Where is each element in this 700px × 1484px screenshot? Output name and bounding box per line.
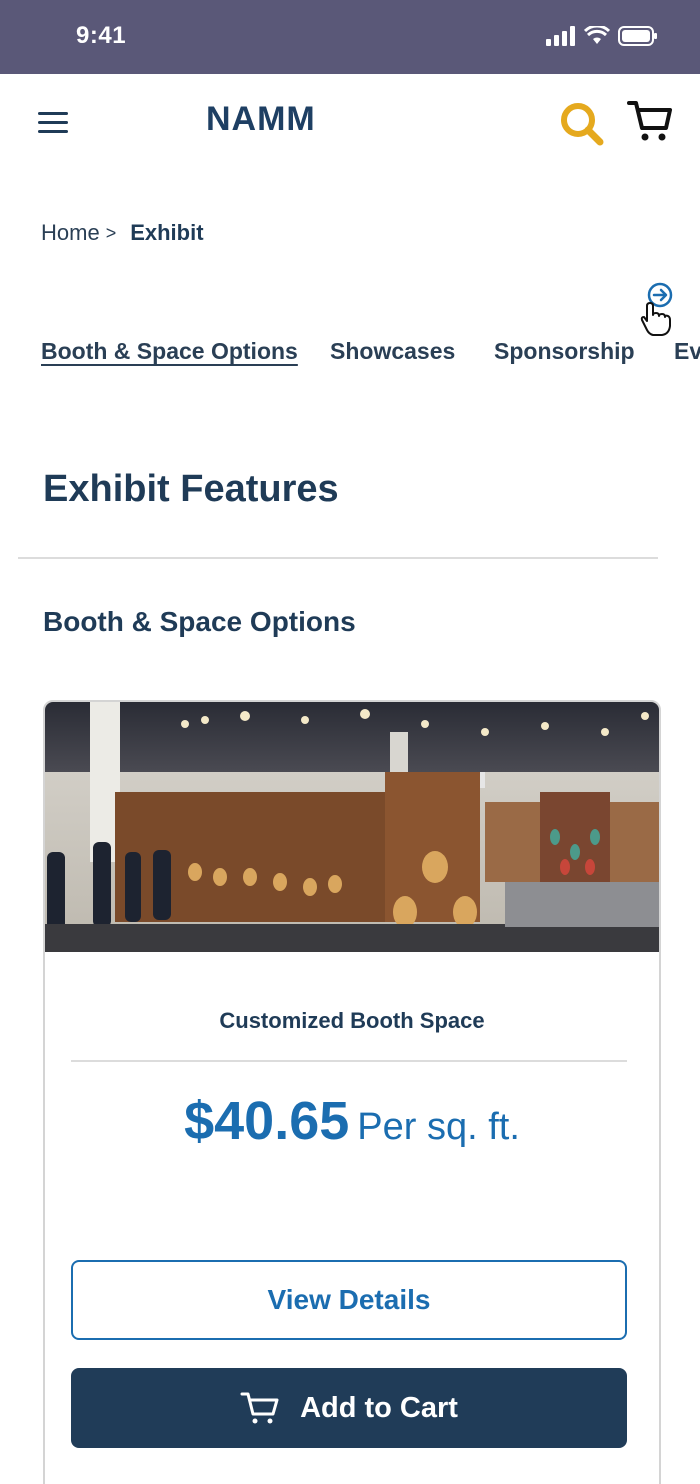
tab-booth-space-options[interactable]: Booth & Space Options bbox=[41, 338, 298, 365]
search-icon[interactable] bbox=[558, 100, 606, 148]
breadcrumb: Home > Exhibit bbox=[41, 220, 204, 246]
tab-events-partial[interactable]: Ev bbox=[674, 338, 700, 365]
status-time: 9:41 bbox=[76, 22, 127, 49]
scroll-right-hand-icon[interactable] bbox=[636, 282, 680, 338]
wifi-icon bbox=[584, 26, 610, 44]
tab-sponsorship[interactable]: Sponsorship bbox=[494, 338, 635, 365]
breadcrumb-current: Exhibit bbox=[130, 220, 204, 245]
price-row: $40.65 Per sq. ft. bbox=[45, 1090, 659, 1152]
price-unit: Per sq. ft. bbox=[357, 1106, 520, 1148]
cart-icon[interactable] bbox=[626, 98, 674, 144]
product-card: Customized Booth Space $40.65 Per sq. ft.… bbox=[43, 700, 661, 1484]
signal-icon bbox=[546, 26, 575, 46]
price-amount: $40.65 bbox=[184, 1091, 350, 1151]
view-details-button[interactable]: View Details bbox=[71, 1260, 627, 1340]
trade-show-booth-photo bbox=[45, 702, 659, 952]
section-divider bbox=[18, 557, 658, 559]
card-title: Customized Booth Space bbox=[219, 1008, 485, 1033]
status-icons bbox=[546, 26, 658, 46]
breadcrumb-home-link[interactable]: Home bbox=[41, 220, 100, 246]
breadcrumb-separator: > bbox=[105, 222, 117, 243]
page-title: Exhibit Features bbox=[43, 468, 339, 510]
app-header: NAMM bbox=[0, 74, 700, 174]
card-divider bbox=[71, 1060, 627, 1062]
tab-showcases[interactable]: Showcases bbox=[330, 338, 455, 365]
namm-logo[interactable]: NAMM bbox=[206, 100, 316, 139]
tab-bar: Booth & Space Options Showcases Sponsors… bbox=[0, 338, 700, 378]
add-to-cart-label: Add to Cart bbox=[300, 1391, 458, 1424]
status-bar: 9:41 bbox=[0, 0, 700, 74]
hamburger-menu-icon[interactable] bbox=[36, 108, 70, 138]
subsection-title: Booth & Space Options bbox=[43, 606, 356, 637]
battery-icon bbox=[618, 26, 657, 46]
cart-icon bbox=[240, 1392, 279, 1424]
add-to-cart-button[interactable]: Add to Cart bbox=[71, 1368, 627, 1448]
